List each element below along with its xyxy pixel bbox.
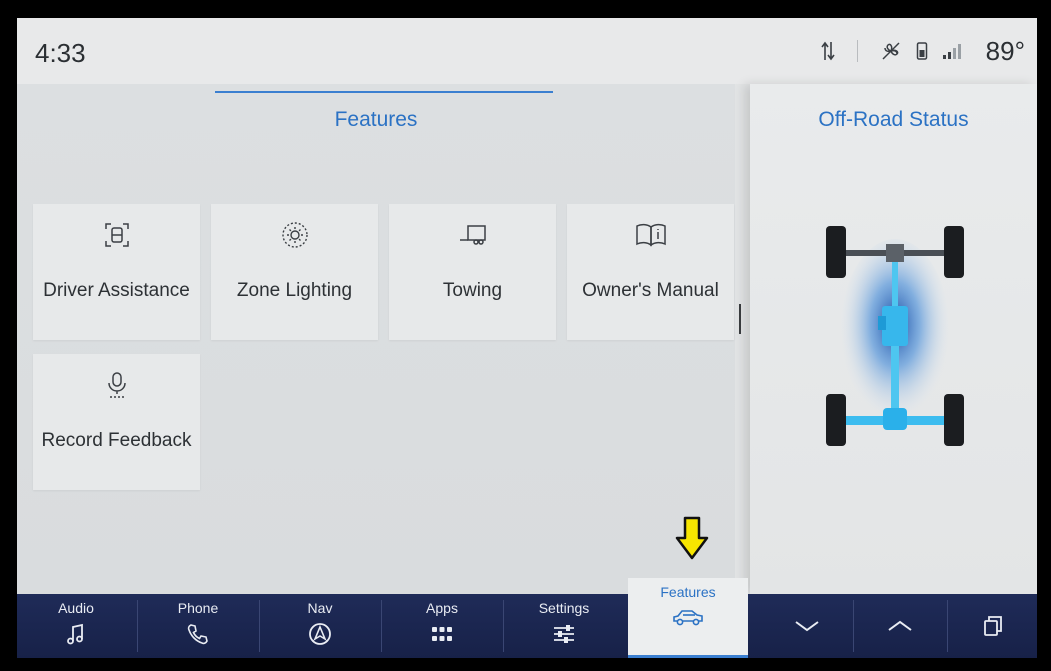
status-bar: 4:33 89° bbox=[17, 18, 1037, 84]
annotation-arrow-icon bbox=[675, 516, 709, 565]
stacked-windows-icon bbox=[949, 612, 1037, 640]
scroll-indicator[interactable] bbox=[739, 304, 741, 334]
infotainment-screen: 4:33 89° Features Driver Assistance Zone… bbox=[17, 18, 1037, 658]
tile-record-feedback[interactable]: Record Feedback bbox=[33, 354, 200, 490]
nav-divider bbox=[259, 600, 260, 652]
nav-nav[interactable]: Nav bbox=[261, 594, 379, 658]
tile-label: Record Feedback bbox=[41, 430, 192, 451]
tile-driver-assistance[interactable]: Driver Assistance bbox=[33, 204, 200, 340]
bottom-nav-bar: Audio Phone Nav Apps Settings bbox=[17, 594, 1037, 658]
nav-label: Audio bbox=[58, 600, 94, 616]
tile-label: Owner's Manual bbox=[582, 280, 719, 301]
tile-owners-manual[interactable]: Owner's Manual bbox=[567, 204, 734, 340]
nav-features[interactable]: Features bbox=[628, 578, 748, 658]
outside-temperature: 89° bbox=[985, 35, 1025, 66]
offroad-status-pane[interactable]: Off-Road Status bbox=[750, 84, 1037, 594]
music-note-icon bbox=[17, 620, 135, 648]
status-separator bbox=[856, 40, 858, 62]
nav-apps[interactable]: Apps bbox=[383, 594, 501, 658]
nav-divider bbox=[137, 600, 138, 652]
nav-label: Phone bbox=[177, 600, 219, 616]
active-tab-underline bbox=[628, 655, 748, 658]
phone-icon bbox=[139, 620, 257, 648]
driver-assist-icon bbox=[33, 218, 200, 252]
nav-phone[interactable]: Phone bbox=[139, 594, 257, 658]
offroad-title: Off-Road Status bbox=[818, 108, 969, 131]
tile-label: Zone Lighting bbox=[236, 280, 353, 301]
tile-label: Driver Assistance bbox=[43, 280, 190, 301]
navigation-icon bbox=[261, 620, 379, 648]
tile-towing[interactable]: Towing bbox=[389, 204, 556, 340]
tile-zone-lighting[interactable]: Zone Lighting bbox=[211, 204, 378, 340]
nav-label: Features bbox=[660, 584, 716, 600]
tile-label: Towing bbox=[442, 280, 503, 301]
nav-label: Apps bbox=[426, 600, 458, 616]
data-transfer-icon bbox=[821, 40, 835, 62]
nav-collapse-button[interactable] bbox=[762, 594, 852, 658]
phone-battery-icon bbox=[916, 41, 928, 61]
sliders-icon bbox=[505, 620, 623, 648]
no-fan-icon bbox=[880, 40, 902, 62]
owners-manual-icon bbox=[567, 218, 734, 252]
nav-multitask-button[interactable] bbox=[949, 594, 1037, 658]
nav-divider bbox=[947, 600, 948, 652]
microphone-icon bbox=[33, 368, 200, 402]
features-title: Features bbox=[334, 108, 418, 131]
status-icons: 89° bbox=[807, 36, 1025, 66]
nav-settings[interactable]: Settings bbox=[505, 594, 623, 658]
features-pane: Features Driver Assistance Zone Lighting… bbox=[17, 84, 735, 594]
nav-divider bbox=[503, 600, 504, 652]
signal-strength-icon bbox=[942, 42, 964, 60]
chevron-up-icon bbox=[855, 612, 945, 640]
drivetrain-diagram bbox=[820, 224, 970, 464]
nav-divider bbox=[381, 600, 382, 652]
nav-label: Nav bbox=[307, 600, 333, 616]
nav-audio[interactable]: Audio bbox=[17, 594, 135, 658]
nav-expand-button[interactable] bbox=[855, 594, 945, 658]
nav-label: Settings bbox=[538, 600, 590, 616]
clock: 4:33 bbox=[35, 38, 86, 68]
towing-icon bbox=[389, 218, 556, 252]
apps-grid-icon bbox=[383, 620, 501, 648]
chevron-down-icon bbox=[762, 612, 852, 640]
vehicle-icon bbox=[628, 608, 748, 628]
zone-lighting-icon bbox=[211, 218, 378, 252]
nav-divider bbox=[853, 600, 854, 652]
pane-tab-underline bbox=[215, 91, 553, 93]
